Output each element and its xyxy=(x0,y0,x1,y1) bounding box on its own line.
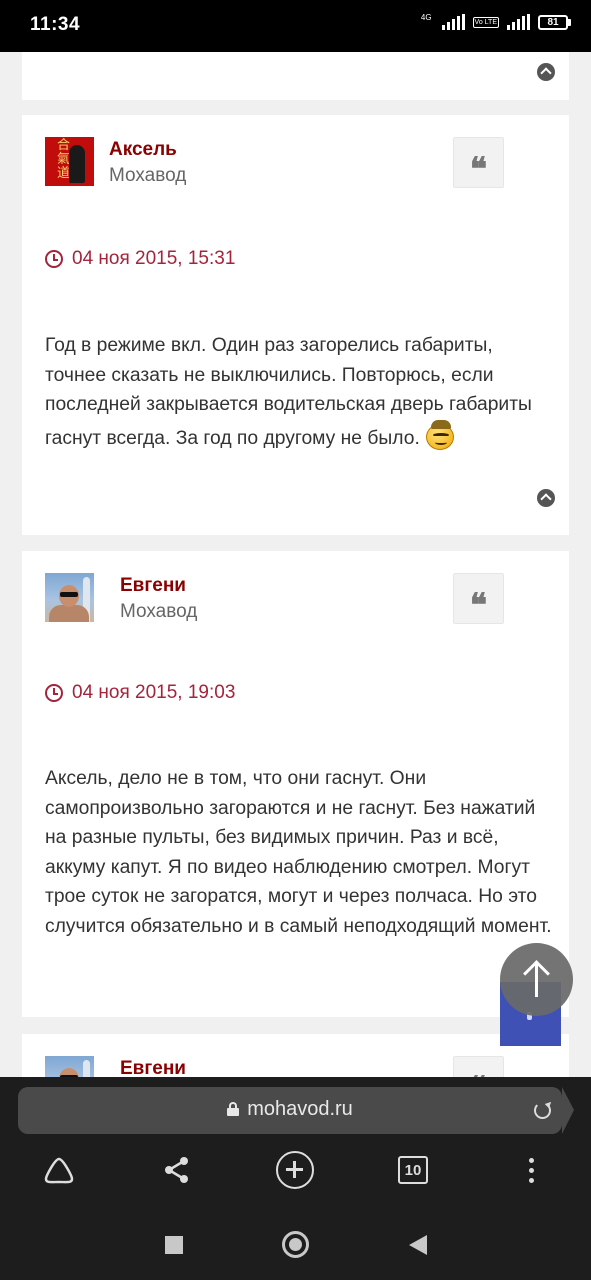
battery-icon: 81 xyxy=(538,14,571,30)
quote-button[interactable]: ❝ xyxy=(453,1056,504,1077)
home-icon xyxy=(44,1157,74,1183)
plus-icon xyxy=(276,1151,314,1189)
post-card: 合氣道 Аксель Мохавод ❝ 04 ноя 2015, 15:31 … xyxy=(22,115,569,535)
clock-icon xyxy=(45,250,63,268)
tabs-button[interactable]: 10 xyxy=(388,1145,438,1195)
home-button[interactable] xyxy=(34,1145,84,1195)
status-time: 11:34 xyxy=(30,14,81,35)
post-date: 04 ноя 2015, 15:31 xyxy=(45,248,235,270)
quote-icon: ❝ xyxy=(469,149,488,188)
menu-button[interactable] xyxy=(506,1145,556,1195)
share-button[interactable] xyxy=(152,1145,202,1195)
post-body-text: Год в режиме вкл. Один раз загорелись га… xyxy=(45,335,532,449)
url-text: mohavod.ru xyxy=(247,1098,353,1120)
post-body-text: Аксель, дело не в том, что они гаснут. О… xyxy=(45,768,552,937)
lock-icon xyxy=(227,1102,240,1116)
author-rank: Мохавод xyxy=(109,165,187,186)
post-card: Евгени ❝ xyxy=(22,1034,569,1077)
status-bar: 11:34 4G Vo LTE 81 xyxy=(0,0,591,52)
post-date-text: 04 ноя 2015, 15:31 xyxy=(72,248,236,269)
status-icons: 4G Vo LTE 81 xyxy=(421,14,571,30)
reload-icon[interactable] xyxy=(534,1102,551,1119)
post-author[interactable]: Евгени xyxy=(120,1058,186,1077)
back-icon[interactable] xyxy=(409,1235,427,1255)
post-date: 04 ноя 2015, 19:03 xyxy=(45,682,235,704)
scroll-top-icon[interactable] xyxy=(537,63,555,81)
post-author[interactable]: Аксель xyxy=(109,139,177,161)
author-rank: Мохавод xyxy=(120,601,198,622)
post-card: Евгени Мохавод ❝ 04 ноя 2015, 19:03 Аксе… xyxy=(22,551,569,1017)
post-body: Год в режиме вкл. Один раз загорелись га… xyxy=(45,331,555,453)
quote-button[interactable]: ❝ xyxy=(453,573,504,624)
scroll-top-icon[interactable] xyxy=(537,489,555,507)
scroll-to-top-button[interactable] xyxy=(500,943,573,1016)
smiley-emoji-icon xyxy=(425,419,456,450)
avatar[interactable] xyxy=(45,573,94,622)
system-nav-bar xyxy=(0,1205,591,1280)
post-card-previous xyxy=(22,52,569,100)
signal-icon xyxy=(441,14,465,30)
avatar[interactable] xyxy=(45,1056,94,1077)
avatar[interactable]: 合氣道 xyxy=(45,137,94,186)
network-type-label: 4G xyxy=(420,13,432,22)
home-circle-icon[interactable] xyxy=(282,1231,309,1258)
quote-button[interactable]: ❝ xyxy=(453,137,504,188)
more-menu-icon xyxy=(528,1157,534,1183)
post-date-text: 04 ноя 2015, 19:03 xyxy=(72,682,236,703)
page-content: 合氣道 Аксель Мохавод ❝ 04 ноя 2015, 15:31 … xyxy=(0,52,591,1077)
share-icon xyxy=(165,1157,188,1183)
tab-count: 10 xyxy=(398,1156,428,1184)
url-display[interactable]: mohavod.ru xyxy=(18,1098,562,1121)
volte-badge: Vo LTE xyxy=(472,16,499,28)
post-author[interactable]: Евгени xyxy=(120,575,186,597)
clock-icon xyxy=(45,684,63,702)
signal-icon-2 xyxy=(507,14,530,30)
quote-icon: ❝ xyxy=(469,585,488,624)
address-bar[interactable]: mohavod.ru xyxy=(18,1087,574,1134)
battery-level: 81 xyxy=(538,14,568,30)
new-tab-button[interactable] xyxy=(270,1145,320,1195)
browser-toolbar: mohavod.ru 10 xyxy=(0,1077,591,1205)
recent-apps-icon[interactable] xyxy=(165,1236,183,1254)
